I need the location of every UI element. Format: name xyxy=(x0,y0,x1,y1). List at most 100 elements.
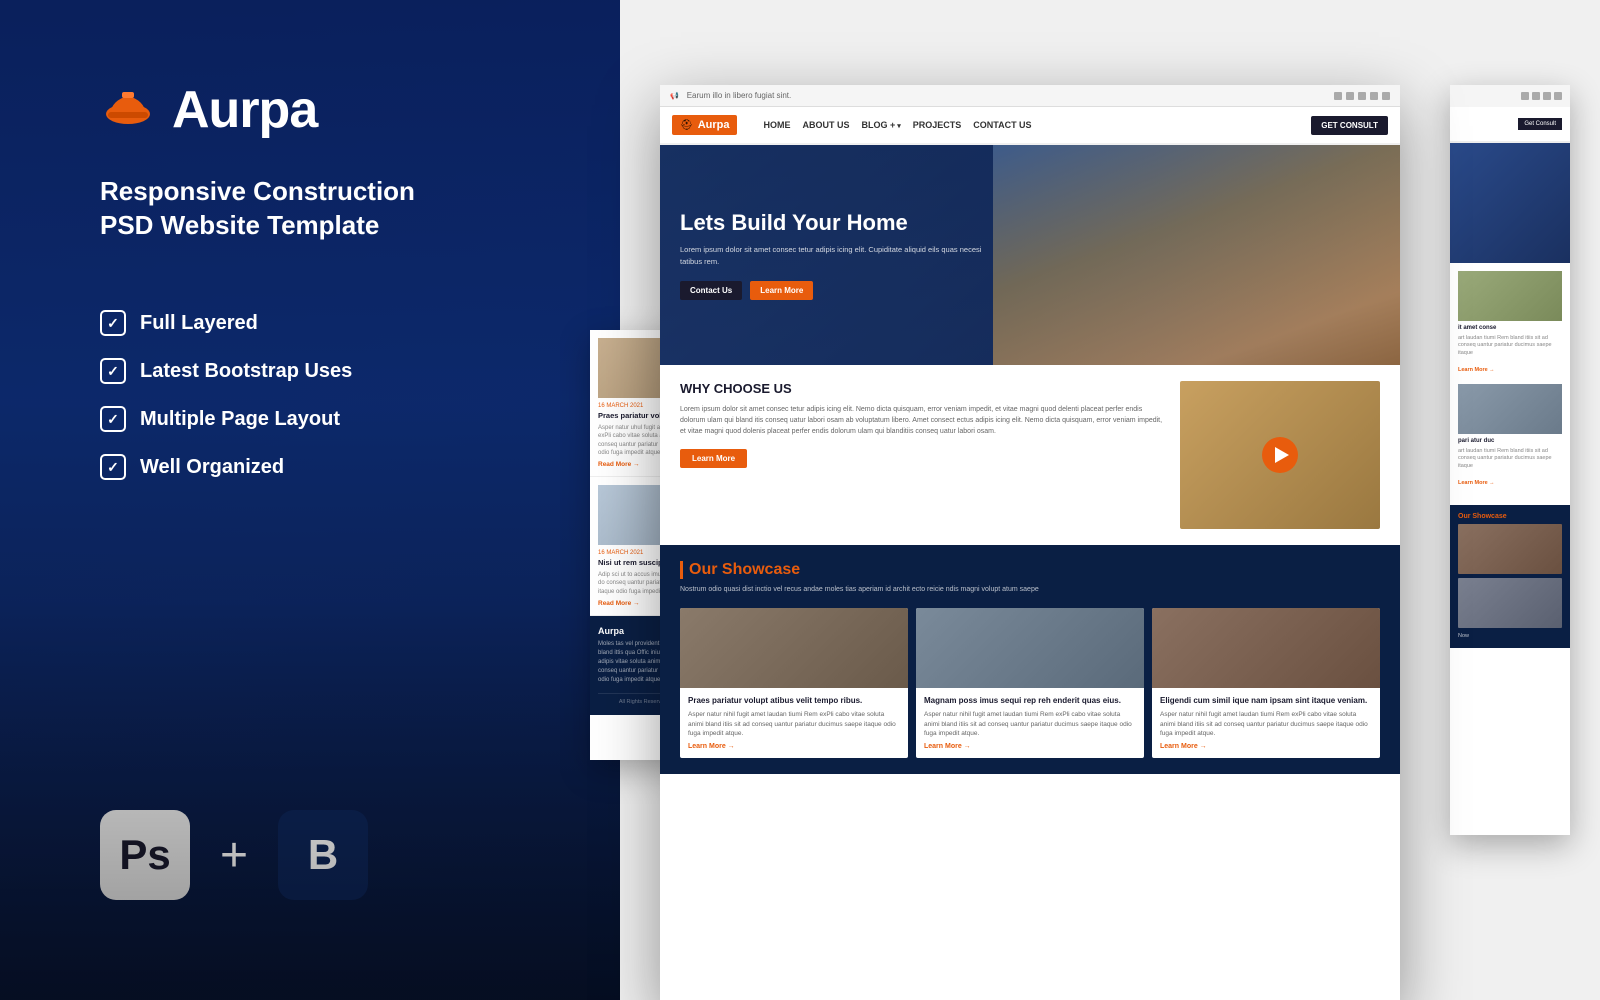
social-in xyxy=(1358,92,1366,100)
r-social-3 xyxy=(1543,92,1551,100)
hero-subtitle: Lorem ipsum dolor sit amet consec tetur … xyxy=(680,244,1000,267)
nav-projects[interactable]: PROJECTS xyxy=(913,120,962,130)
hero-section: Lets Build Your Home Lorem ipsum dolor s… xyxy=(660,145,1400,365)
right-showcase-text: Now xyxy=(1458,632,1562,640)
card-text-2: Asper natur nihil fugit amet laudan tium… xyxy=(924,710,1136,739)
play-button[interactable] xyxy=(1262,437,1298,473)
learn-more-button[interactable]: Learn More xyxy=(750,281,813,300)
brand-logo: Aurpa xyxy=(100,80,317,140)
right-card-img-2 xyxy=(1458,384,1562,434)
card-image-3 xyxy=(1152,608,1380,688)
feature-label-4: Well Organized xyxy=(140,456,284,479)
card-title-2: Magnam poss imus sequi rep reh enderit q… xyxy=(924,696,1136,706)
social-fb xyxy=(1334,92,1342,100)
features-list: Full Layered Latest Bootstrap Uses Multi… xyxy=(100,310,352,502)
why-image xyxy=(1180,381,1380,529)
showcase-subtitle: Nostrum odio quasi dist inctio vel recus… xyxy=(680,585,1380,596)
social-yt xyxy=(1370,92,1378,100)
right-card-title-1: it amet conse xyxy=(1458,325,1562,333)
feature-label-2: Latest Bootstrap Uses xyxy=(140,360,352,383)
hero-content: Lets Build Your Home Lorem ipsum dolor s… xyxy=(680,210,1000,300)
right-topbar xyxy=(1450,85,1570,107)
nav-contact[interactable]: CONTACT US xyxy=(973,120,1031,130)
logo-text: Aurpa xyxy=(172,80,317,140)
r-social-2 xyxy=(1532,92,1540,100)
why-title: WHY CHOOSE US xyxy=(680,381,1164,396)
showcase-card-3: Eligendi cum simil ique nam ipsam sint i… xyxy=(1152,608,1380,759)
check-icon-2 xyxy=(100,358,126,384)
tech-icons: Ps + B xyxy=(100,810,368,900)
photoshop-icon: Ps xyxy=(100,810,190,900)
topbar-text: Earum illo in libero fugiat sint. xyxy=(687,91,792,100)
right-card-img-1 xyxy=(1458,271,1562,321)
nav-links: HOME ABOUT US BLOG + PROJECTS CONTACT US xyxy=(763,120,1031,130)
showcase-section: Our Showcase Nostrum odio quasi dist inc… xyxy=(660,545,1400,774)
card-text-1: Asper natur nihil fugit amet laudan tium… xyxy=(688,710,900,739)
contact-us-button[interactable]: Contact Us xyxy=(680,281,742,300)
card-body-3: Eligendi cum simil ique nam ipsam sint i… xyxy=(1152,688,1380,759)
tagline: Responsive Construction PSD Website Temp… xyxy=(100,175,415,243)
showcase-grid: Praes pariatur volupt atibus velit tempo… xyxy=(680,608,1380,759)
feature-item-1: Full Layered xyxy=(100,310,352,336)
nav-logo-text: Aurpa xyxy=(698,119,730,131)
nav-consult-button[interactable]: Get Consult xyxy=(1311,116,1388,135)
card-link-2[interactable]: Learn More → xyxy=(924,743,1136,750)
showcase-card-1: Praes pariatur volupt atibus velit tempo… xyxy=(680,608,908,759)
hero-title: Lets Build Your Home xyxy=(680,210,1000,236)
right-showcase: Our Showcase Now xyxy=(1450,505,1570,648)
left-panel: Aurpa Responsive Construction PSD Websit… xyxy=(0,0,620,1000)
feature-item-4: Well Organized xyxy=(100,454,352,480)
showcase-title: Our Showcase xyxy=(689,561,800,579)
check-icon-3 xyxy=(100,406,126,432)
tagline-line2: PSD Website Template xyxy=(100,209,415,243)
hero-image xyxy=(993,145,1400,365)
feature-label-3: Multiple Page Layout xyxy=(140,408,340,431)
right-preview: Get Consult it amet conse art laudan tiu… xyxy=(1450,85,1570,835)
showcase-title-bar: Our Showcase xyxy=(680,561,1380,579)
card-title-1: Praes pariatur volupt atibus velit tempo… xyxy=(688,696,900,706)
social-tw xyxy=(1346,92,1354,100)
hero-buttons: Contact Us Learn More xyxy=(680,281,1000,300)
card-image-1 xyxy=(680,608,908,688)
card-body-2: Magnam poss imus sequi rep reh enderit q… xyxy=(916,688,1144,759)
social-pi xyxy=(1382,92,1390,100)
right-card-link-2[interactable]: Learn More → xyxy=(1458,480,1495,486)
card-link-3[interactable]: Learn More → xyxy=(1160,743,1372,750)
right-section: it amet conse art laudan tiumi Rem bland… xyxy=(1450,263,1570,505)
right-consult-button[interactable]: Get Consult xyxy=(1518,118,1562,130)
card-image-2 xyxy=(916,608,1144,688)
preview-topbar: 📢 Earum illo in libero fugiat sint. xyxy=(660,85,1400,107)
right-card-1: it amet conse art laudan tiumi Rem bland… xyxy=(1458,271,1562,376)
nav-home[interactable]: HOME xyxy=(763,120,790,130)
helmet-icon xyxy=(100,82,156,138)
card-body-1: Praes pariatur volupt atibus velit tempo… xyxy=(680,688,908,759)
b-letter: B xyxy=(308,831,338,879)
nav-logo[interactable]: ⛑ Aurpa xyxy=(672,115,737,135)
tagline-line1: Responsive Construction xyxy=(100,175,415,209)
feature-item-2: Latest Bootstrap Uses xyxy=(100,358,352,384)
right-card-title-2: pari atur duc xyxy=(1458,438,1562,446)
right-card-link-1[interactable]: Learn More → xyxy=(1458,367,1495,373)
right-hero xyxy=(1450,143,1570,263)
nav-about[interactable]: ABOUT US xyxy=(802,120,849,130)
card-text-3: Asper natur nihil fugit amet laudan tium… xyxy=(1160,710,1372,739)
check-icon-1 xyxy=(100,310,126,336)
why-section: WHY CHOOSE US Lorem ipsum dolor sit amet… xyxy=(660,365,1400,545)
preview-nav: ⛑ Aurpa HOME ABOUT US BLOG + PROJECTS CO… xyxy=(660,107,1400,145)
right-nav: Get Consult xyxy=(1450,107,1570,143)
showcase-card-2: Magnam poss imus sequi rep reh enderit q… xyxy=(916,608,1144,759)
plus-sign: + xyxy=(220,828,248,883)
worker-silhouette xyxy=(993,145,1400,365)
check-icon-4 xyxy=(100,454,126,480)
right-showcase-img-2 xyxy=(1458,578,1562,628)
why-body: Lorem ipsum dolor sit amet consec tetur … xyxy=(680,404,1164,438)
social-icons-top xyxy=(1334,92,1390,100)
orange-accent xyxy=(680,561,683,579)
feature-item-3: Multiple Page Layout xyxy=(100,406,352,432)
card-link-1[interactable]: Learn More → xyxy=(688,743,900,750)
nav-helmet-icon: ⛑ xyxy=(680,120,693,131)
nav-blog[interactable]: BLOG + xyxy=(861,120,900,130)
feature-label-1: Full Layered xyxy=(140,312,258,335)
right-panel: 📢 Earum illo in libero fugiat sint. ⛑ Au… xyxy=(560,0,1600,1000)
why-learn-button[interactable]: Learn More xyxy=(680,449,747,468)
